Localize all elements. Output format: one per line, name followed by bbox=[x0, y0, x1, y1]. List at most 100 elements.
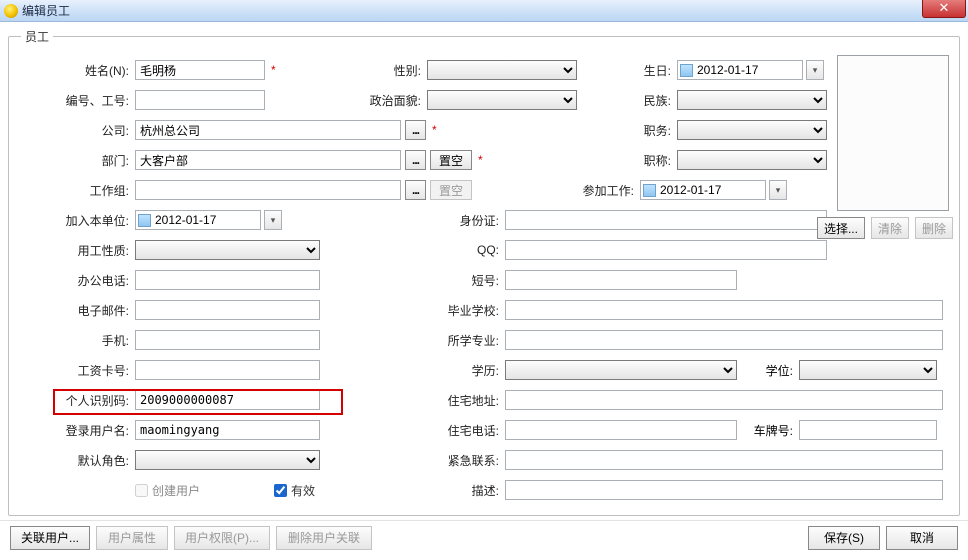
dept-input[interactable] bbox=[135, 150, 401, 170]
label-birthday: 生日: bbox=[619, 62, 677, 79]
birthday-value: 2012-01-17 bbox=[697, 63, 800, 77]
birthday-drop[interactable] bbox=[806, 60, 824, 80]
user-perm-button: 用户权限(P)... bbox=[174, 526, 270, 550]
window-title: 编辑员工 bbox=[22, 2, 964, 19]
required-mark: * bbox=[478, 153, 483, 167]
label-name: 姓名(N): bbox=[19, 62, 135, 79]
title-select[interactable] bbox=[677, 150, 827, 170]
school-input[interactable] bbox=[505, 300, 943, 320]
label-homeaddr: 住宅地址: bbox=[419, 392, 505, 409]
label-idcard: 身份证: bbox=[419, 212, 505, 229]
company-browse-button[interactable]: ... bbox=[405, 120, 426, 140]
joinunit-drop[interactable] bbox=[264, 210, 282, 230]
save-button[interactable]: 保存(S) bbox=[808, 526, 880, 550]
calendar-icon bbox=[138, 214, 151, 227]
joinunit-value: 2012-01-17 bbox=[155, 213, 258, 227]
label-defaultrole: 默认角色: bbox=[19, 452, 135, 469]
degree-select[interactable] bbox=[799, 360, 937, 380]
title-bar: 编辑员工 ✕ bbox=[0, 0, 968, 22]
position-select[interactable] bbox=[677, 120, 827, 140]
bottom-bar: 关联用户... 用户属性 用户权限(P)... 删除用户关联 保存(S) 取消 bbox=[0, 520, 968, 554]
label-desc: 描述: bbox=[419, 482, 505, 499]
number-input[interactable] bbox=[135, 90, 265, 110]
email-input[interactable] bbox=[135, 300, 320, 320]
joinunit-field[interactable]: 2012-01-17 bbox=[135, 210, 261, 230]
label-degree: 学位: bbox=[737, 362, 799, 379]
label-number: 编号、工号: bbox=[19, 92, 135, 109]
label-employtype: 用工性质: bbox=[19, 242, 135, 259]
label-education: 学历: bbox=[419, 362, 505, 379]
qq-input[interactable] bbox=[505, 240, 827, 260]
calendar-icon bbox=[680, 64, 693, 77]
label-valid: 有效 bbox=[291, 482, 315, 499]
birthday-field[interactable]: 2012-01-17 bbox=[677, 60, 803, 80]
joinwork-field[interactable]: 2012-01-17 bbox=[640, 180, 766, 200]
label-dept: 部门: bbox=[19, 152, 135, 169]
label-joinunit: 加入本单位: bbox=[19, 212, 135, 229]
defaultrole-select[interactable] bbox=[135, 450, 320, 470]
emergency-input[interactable] bbox=[505, 450, 943, 470]
label-political: 政治面貌: bbox=[339, 92, 427, 109]
label-personalcode: 个人识别码: bbox=[19, 392, 135, 409]
personalcode-input[interactable] bbox=[135, 390, 320, 410]
label-joinwork: 参加工作: bbox=[564, 182, 640, 199]
label-qq: QQ: bbox=[419, 243, 505, 257]
shortnum-input[interactable] bbox=[505, 270, 737, 290]
employee-group: 员工 姓名(N): * 性别: 生日: 2012-01-17 bbox=[8, 28, 960, 516]
education-select[interactable] bbox=[505, 360, 737, 380]
political-select[interactable] bbox=[427, 90, 577, 110]
label-email: 电子邮件: bbox=[19, 302, 135, 319]
label-nation: 民族: bbox=[619, 92, 677, 109]
assoc-user-button[interactable]: 关联用户... bbox=[10, 526, 90, 550]
label-major: 所学专业: bbox=[419, 332, 505, 349]
dept-reset-button[interactable]: 置空 bbox=[430, 150, 472, 170]
close-button[interactable]: ✕ bbox=[922, 0, 966, 18]
name-input[interactable] bbox=[135, 60, 265, 80]
photo-clear-button: 清除 bbox=[871, 217, 909, 239]
label-mobile: 手机: bbox=[19, 332, 135, 349]
group-legend: 员工 bbox=[21, 28, 53, 45]
gender-select[interactable] bbox=[427, 60, 577, 80]
label-title: 职称: bbox=[619, 152, 677, 169]
label-loginuser: 登录用户名: bbox=[19, 422, 135, 439]
label-position: 职务: bbox=[619, 122, 677, 139]
createuser-checkbox bbox=[135, 484, 148, 497]
idcard-input[interactable] bbox=[505, 210, 827, 230]
desc-input[interactable] bbox=[505, 480, 943, 500]
loginuser-input[interactable] bbox=[135, 420, 320, 440]
label-officephone: 办公电话: bbox=[19, 272, 135, 289]
label-createuser: 创建用户 bbox=[152, 482, 200, 499]
required-mark: * bbox=[271, 63, 276, 77]
workgroup-reset-button: 置空 bbox=[430, 180, 472, 200]
photo-delete-button: 删除 bbox=[915, 217, 953, 239]
major-input[interactable] bbox=[505, 330, 943, 350]
label-gender: 性别: bbox=[339, 62, 427, 79]
required-mark: * bbox=[432, 123, 437, 137]
homeaddr-input[interactable] bbox=[505, 390, 943, 410]
carnum-input[interactable] bbox=[799, 420, 937, 440]
officephone-input[interactable] bbox=[135, 270, 320, 290]
workgroup-input[interactable] bbox=[135, 180, 401, 200]
valid-checkbox[interactable] bbox=[274, 484, 287, 497]
mobile-input[interactable] bbox=[135, 330, 320, 350]
company-input[interactable] bbox=[135, 120, 401, 140]
salarycard-input[interactable] bbox=[135, 360, 320, 380]
app-icon bbox=[4, 4, 18, 18]
joinwork-drop[interactable] bbox=[769, 180, 787, 200]
label-homephone: 住宅电话: bbox=[419, 422, 505, 439]
label-emergency: 紧急联系: bbox=[419, 452, 505, 469]
workgroup-browse-button[interactable]: ... bbox=[405, 180, 426, 200]
employtype-select[interactable] bbox=[135, 240, 320, 260]
label-carnum: 车牌号: bbox=[737, 422, 799, 439]
homephone-input[interactable] bbox=[505, 420, 737, 440]
nation-select[interactable] bbox=[677, 90, 827, 110]
label-school: 毕业学校: bbox=[419, 302, 505, 319]
photo-select-button[interactable]: 选择... bbox=[817, 217, 865, 239]
label-workgroup: 工作组: bbox=[19, 182, 135, 199]
del-assoc-button: 删除用户关联 bbox=[276, 526, 372, 550]
dept-browse-button[interactable]: ... bbox=[405, 150, 426, 170]
label-salarycard: 工资卡号: bbox=[19, 362, 135, 379]
cancel-button[interactable]: 取消 bbox=[886, 526, 958, 550]
joinwork-value: 2012-01-17 bbox=[660, 183, 763, 197]
label-shortnum: 短号: bbox=[419, 272, 505, 289]
